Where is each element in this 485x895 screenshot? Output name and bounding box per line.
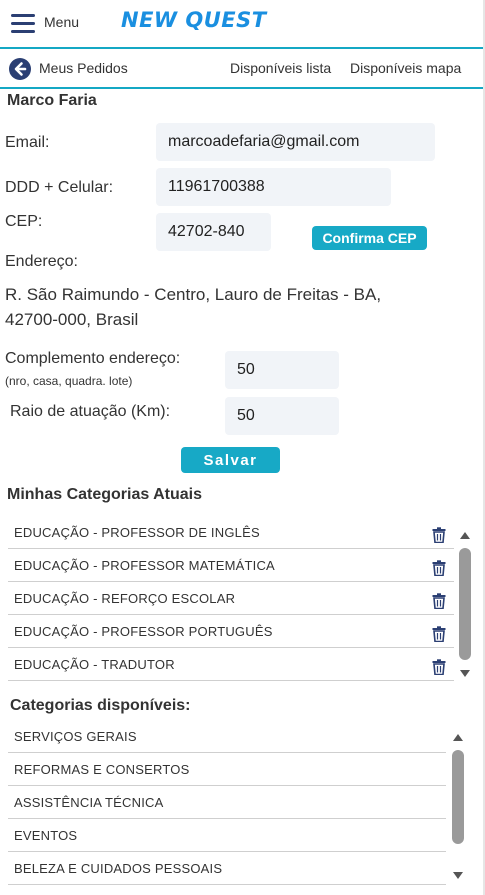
current-category-label: EDUCAÇÃO - PROFESSOR PORTUGUÊS bbox=[14, 623, 273, 639]
cep-label: CEP: bbox=[5, 213, 43, 230]
radius-field[interactable]: 50 bbox=[225, 397, 339, 435]
address-label: Endereço: bbox=[5, 253, 78, 270]
complement-label: Complemento endereço: bbox=[5, 350, 181, 367]
brand-logo: NEW QUEST bbox=[121, 8, 267, 32]
save-button[interactable]: Salvar bbox=[181, 447, 280, 473]
top-bar: Menu NEW QUEST bbox=[0, 0, 483, 46]
complement-hint: (nro, casa, quadra. lote) bbox=[5, 374, 133, 388]
current-categories-scrollbar[interactable] bbox=[457, 528, 473, 680]
current-category-row[interactable]: EDUCAÇÃO - PROFESSOR PORTUGUÊS bbox=[8, 615, 454, 648]
available-category-row[interactable]: EVENTOS bbox=[8, 819, 446, 852]
available-categories-scrollbar[interactable] bbox=[450, 730, 466, 884]
scrollbar-thumb[interactable] bbox=[459, 548, 471, 660]
available-category-label: EVENTOS bbox=[14, 827, 78, 843]
email-field[interactable]: marcoadefaria@gmail.com bbox=[156, 123, 435, 161]
trash-icon[interactable] bbox=[432, 527, 446, 543]
complement-field[interactable]: 50 bbox=[225, 351, 339, 389]
scroll-down-arrow-icon[interactable] bbox=[460, 670, 470, 677]
scroll-up-arrow-icon[interactable] bbox=[453, 734, 463, 741]
current-category-row[interactable]: EDUCAÇÃO - PROFESSOR MATEMÁTICA bbox=[8, 549, 454, 582]
available-categories-list: SERVIÇOS GERAIS REFORMAS E CONSERTOS ASS… bbox=[8, 720, 446, 888]
available-list-link[interactable]: Disponíveis lista bbox=[230, 60, 331, 76]
trash-icon[interactable] bbox=[432, 593, 446, 609]
current-category-row[interactable]: EDUCAÇÃO - TRADUTOR bbox=[8, 648, 454, 681]
current-category-label: EDUCAÇÃO - PROFESSOR DE INGLÊS bbox=[14, 524, 260, 540]
available-map-link[interactable]: Disponíveis mapa bbox=[350, 60, 461, 76]
current-categories-title: Minhas Categorias Atuais bbox=[7, 486, 203, 503]
available-category-row[interactable]: BELEZA E CUIDADOS PESSOAIS bbox=[8, 852, 446, 885]
current-category-label: EDUCAÇÃO - TRADUTOR bbox=[14, 656, 175, 672]
current-categories-list: EDUCAÇÃO - PROFESSOR DE INGLÊS EDUCAÇÃO … bbox=[8, 516, 454, 684]
radius-label: Raio de atuação (Km): bbox=[10, 403, 171, 420]
phone-label: DDD + Celular: bbox=[5, 179, 114, 196]
back-link-meus-pedidos[interactable]: Meus Pedidos bbox=[39, 60, 128, 76]
available-category-label: BELEZA E CUIDADOS PESSOAIS bbox=[14, 860, 223, 876]
scroll-up-arrow-icon[interactable] bbox=[460, 532, 470, 539]
available-category-label: ASSISTÊNCIA TÉCNICA bbox=[14, 794, 164, 810]
trash-icon[interactable] bbox=[432, 659, 446, 675]
email-label: Email: bbox=[5, 134, 50, 151]
current-category-row[interactable]: EDUCAÇÃO - PROFESSOR DE INGLÊS bbox=[8, 516, 454, 549]
available-categories-title: Categorias disponíveis: bbox=[10, 697, 191, 714]
app-frame: Menu NEW QUEST Meus Pedidos Disponíveis … bbox=[0, 0, 485, 895]
scroll-down-arrow-icon[interactable] bbox=[453, 872, 463, 879]
menu-label[interactable]: Menu bbox=[44, 14, 79, 30]
phone-field[interactable]: 11961700388 bbox=[156, 168, 391, 206]
address-value: R. São Raimundo - Centro, Lauro de Freit… bbox=[5, 285, 382, 329]
arrow-left-circle-icon[interactable] bbox=[9, 58, 31, 80]
available-category-row[interactable]: ASSISTÊNCIA TÉCNICA bbox=[8, 786, 446, 819]
current-category-row[interactable]: EDUCAÇÃO - REFORÇO ESCOLAR bbox=[8, 582, 454, 615]
trash-icon[interactable] bbox=[432, 626, 446, 642]
available-category-label: REFORMAS E CONSERTOS bbox=[14, 761, 190, 777]
hamburger-icon[interactable] bbox=[11, 14, 35, 34]
user-name: Marco Faria bbox=[7, 92, 97, 109]
available-category-label: SERVIÇOS GERAIS bbox=[14, 728, 137, 744]
trash-icon[interactable] bbox=[432, 560, 446, 576]
confirm-cep-button[interactable]: Confirma CEP bbox=[312, 226, 427, 250]
available-category-row[interactable]: REFORMAS E CONSERTOS bbox=[8, 753, 446, 786]
cep-field[interactable]: 42702-840 bbox=[156, 213, 271, 251]
current-category-label: EDUCAÇÃO - REFORÇO ESCOLAR bbox=[14, 590, 236, 606]
current-category-label: EDUCAÇÃO - PROFESSOR MATEMÁTICA bbox=[14, 557, 275, 573]
scrollbar-thumb[interactable] bbox=[452, 750, 464, 844]
available-category-row[interactable]: SERVIÇOS GERAIS bbox=[8, 720, 446, 753]
nav-bar: Meus Pedidos Disponíveis lista Disponíve… bbox=[0, 47, 483, 89]
